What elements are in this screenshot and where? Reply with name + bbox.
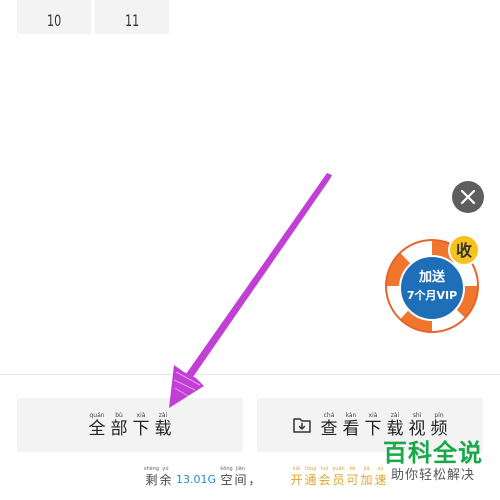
ruby-char: yú 余	[159, 466, 172, 488]
ruby-char: yuán 员	[332, 466, 345, 488]
close-promo-button[interactable]	[452, 181, 484, 213]
hanzi: 员	[332, 473, 345, 487]
promo-badge-text: 收	[456, 241, 472, 260]
ruby-char: kāi 开	[290, 466, 303, 488]
ruby-char: jiān 间	[234, 466, 247, 488]
watermark: 百科全说 助你轻松解决	[378, 439, 488, 485]
hanzi: 剩	[145, 473, 158, 487]
promo-line-2: 7个月VIP	[407, 288, 457, 302]
hanzi: 部	[110, 418, 128, 439]
episode-label: 11	[124, 11, 140, 30]
pinyin: kàn	[345, 411, 357, 419]
pinyin: zài	[390, 411, 400, 419]
ruby-char: zài 载	[386, 412, 405, 439]
ruby-char: huì 会	[318, 466, 331, 488]
view-videos-label: chá 查 kàn 看 xià 下 zài 载 shì 视 pín 频	[320, 412, 449, 439]
hanzi: 开	[290, 473, 303, 487]
ruby-char: kě 可	[346, 466, 359, 488]
pinyin: xià	[368, 411, 378, 419]
hanzi: 空	[220, 473, 233, 487]
pinyin: bù	[115, 411, 123, 419]
ruby-char: ，	[248, 466, 261, 488]
hanzi: 会	[318, 473, 331, 487]
pinyin: xià	[136, 411, 146, 419]
storage-remaining-value: 13.01G	[176, 473, 217, 486]
hanzi: 可	[346, 473, 359, 487]
episode-label: 10	[46, 11, 62, 30]
hanzi: 加	[360, 473, 373, 487]
ruby-char: chá 查	[320, 412, 339, 439]
hanzi: 间	[234, 473, 247, 487]
hanzi: 视	[408, 418, 426, 439]
ruby-char: zài 载	[154, 412, 173, 439]
pinyin: chá	[323, 411, 335, 419]
download-all-button[interactable]: quán 全 bù 部 xià 下 zài 载	[17, 398, 243, 452]
ruby-char: kōng 空	[220, 466, 233, 488]
ruby-char: kàn 看	[342, 412, 361, 439]
pinyin: quán	[89, 411, 105, 419]
ruby-char: tōng 通	[304, 466, 317, 488]
watermark-title: 百科全说	[383, 439, 483, 467]
hanzi: 频	[430, 418, 448, 439]
pinyin: pín	[434, 411, 444, 419]
close-icon	[460, 189, 476, 205]
divider	[0, 374, 500, 375]
ruby-char: jiā 加	[360, 466, 373, 488]
watermark-subtitle: 助你轻松解决	[390, 468, 475, 483]
hanzi: 载	[154, 418, 172, 439]
hanzi: ，	[248, 473, 261, 487]
ruby-char: pín 频	[430, 412, 449, 439]
ruby-char: xià 下	[364, 412, 383, 439]
hanzi: 下	[364, 418, 382, 439]
episode-tile-10[interactable]: 10	[17, 0, 91, 34]
hanzi: 看	[342, 418, 360, 439]
ruby-char: shì 视	[408, 412, 427, 439]
hanzi: 载	[386, 418, 404, 439]
pinyin: shì	[412, 411, 422, 419]
ruby-char: shèng 剩	[144, 466, 159, 488]
ruby-char: bù 部	[110, 412, 129, 439]
ruby-char: xià 下	[132, 412, 151, 439]
hanzi: 通	[304, 473, 317, 487]
promo-line-1: 加送	[418, 269, 446, 285]
vip-speedup-link[interactable]: kāi 开 tōng 通 huì 会 yuán 员 kě 可 jiā 加 sù 速	[290, 466, 387, 488]
pinyin: zài	[158, 411, 168, 419]
ruby-char: quán 全	[88, 412, 107, 439]
hanzi: 下	[132, 418, 150, 439]
hanzi: 查	[320, 418, 338, 439]
episode-tile-11[interactable]: 11	[95, 0, 169, 34]
download-all-label: quán 全 bù 部 xià 下 zài 载	[88, 412, 173, 439]
folder-download-icon	[292, 417, 311, 433]
hanzi: 余	[159, 473, 172, 487]
vip-promo-badge[interactable]: 收 加送 7个月VIP	[384, 234, 484, 336]
hanzi: 全	[88, 418, 106, 439]
